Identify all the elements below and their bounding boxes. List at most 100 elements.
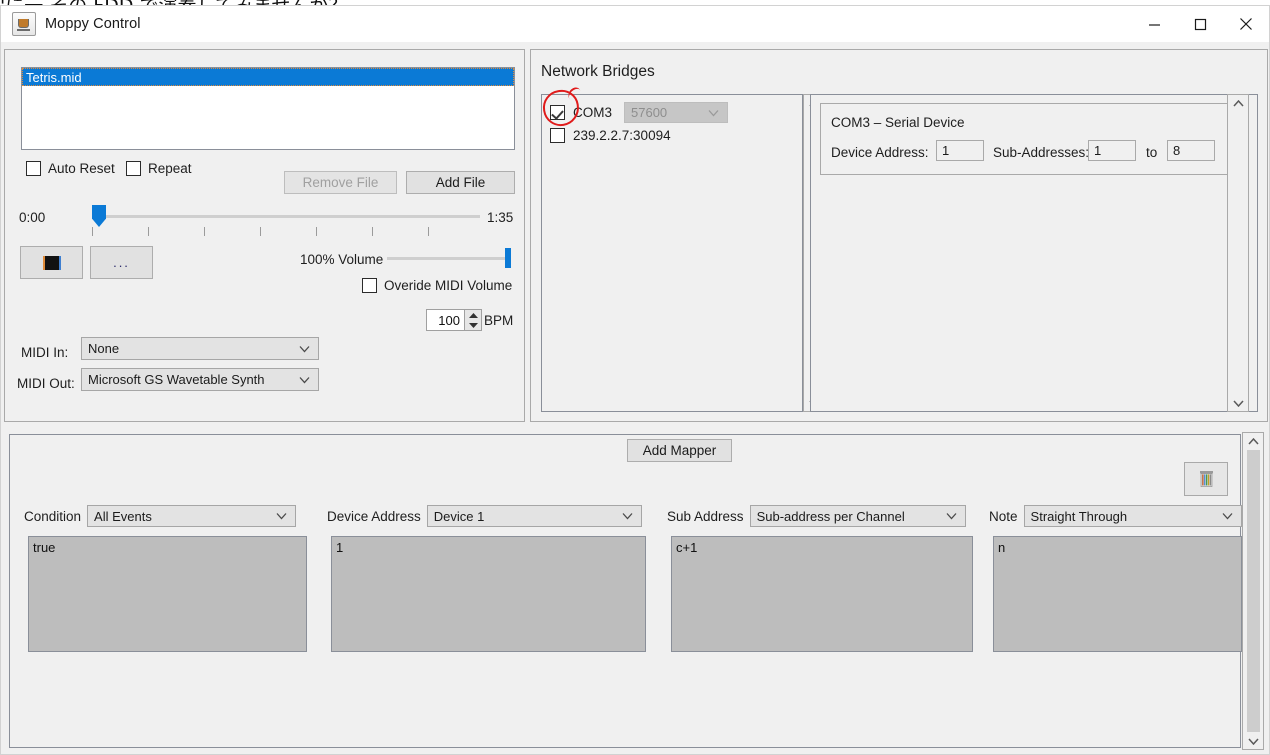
midi-out-label: MIDI Out: xyxy=(17,376,75,391)
auto-reset-checkbox[interactable]: Auto Reset xyxy=(26,161,115,176)
minimize-icon[interactable] xyxy=(1131,6,1177,42)
position-slider-ticks xyxy=(92,227,482,236)
mapper-panel: Add Mapper Condition All Events true Dev… xyxy=(4,430,1268,752)
mapper-scrollbar[interactable] xyxy=(1242,432,1264,750)
bridge-row-com3[interactable]: COM3 57600 xyxy=(550,102,729,123)
to-label: to xyxy=(1146,145,1158,160)
sub-address-from-field[interactable]: 1 xyxy=(1088,140,1136,161)
screen: 'に一 その FDD で演奏してみませんか？ Moppy Control xyxy=(0,0,1270,755)
device-area-scrollbar[interactable] xyxy=(1227,94,1249,412)
moppy-control-window: Moppy Control Tetris.mid Auto Reset Repe… xyxy=(0,5,1270,755)
bridge-row-multicast[interactable]: 239.2.2.7:30094 xyxy=(550,128,671,143)
stop-button[interactable] xyxy=(20,246,83,279)
override-midi-volume-label: Overide MIDI Volume xyxy=(384,278,513,293)
delete-mapper-button[interactable] xyxy=(1184,462,1228,496)
more-options-button[interactable]: ... xyxy=(90,246,153,279)
volume-slider-track[interactable] xyxy=(387,257,511,260)
device-address-field[interactable]: 1 xyxy=(936,140,984,161)
note-value: Straight Through xyxy=(1030,508,1128,524)
window-title: Moppy Control xyxy=(45,16,141,32)
bridge-multicast-checkbox[interactable] xyxy=(550,128,565,143)
auto-reset-label: Auto Reset xyxy=(48,161,115,176)
sub-address-to-field[interactable]: 8 xyxy=(1167,140,1215,161)
checkbox-box[interactable] xyxy=(362,278,377,293)
window-controls xyxy=(1131,6,1269,42)
trash-icon xyxy=(1199,471,1213,487)
bpm-value[interactable]: 100 xyxy=(426,309,464,331)
time-current-label: 0:00 xyxy=(19,210,46,225)
repeat-checkbox[interactable]: Repeat xyxy=(126,161,192,176)
device-address-select[interactable]: Device 1 xyxy=(426,505,642,527)
scroll-down-icon[interactable] xyxy=(1243,733,1263,749)
bridge-list[interactable]: COM3 57600 239.2.2.7:30094 xyxy=(541,94,803,412)
chevron-down-icon xyxy=(622,513,633,520)
scroll-down-icon[interactable] xyxy=(1228,395,1248,411)
chevron-down-icon xyxy=(276,513,287,520)
bridge-multicast-label: 239.2.2.7:30094 xyxy=(573,128,671,143)
network-bridges-title: Network Bridges xyxy=(541,63,655,80)
chevron-down-icon xyxy=(1222,513,1233,520)
add-mapper-button[interactable]: Add Mapper xyxy=(627,439,732,462)
sub-address-label: Sub Address xyxy=(667,508,744,524)
override-midi-volume-checkbox[interactable]: Overide MIDI Volume xyxy=(362,278,512,293)
player-panel: Tetris.mid Auto Reset Repeat Remove File… xyxy=(4,49,525,422)
add-file-button[interactable]: Add File xyxy=(406,171,515,194)
position-slider-track[interactable] xyxy=(95,215,480,218)
stop-square-icon xyxy=(42,255,61,270)
device-card-com3: COM3 – Serial Device Device Address: 1 S… xyxy=(820,103,1232,175)
chevron-down-icon xyxy=(299,345,310,352)
condition-value: All Events xyxy=(94,508,152,524)
mapper-column-sub-address: Sub Address Sub-address per Channel c+1 xyxy=(667,505,973,652)
checkbox-box[interactable] xyxy=(26,161,41,176)
spinner-down-icon[interactable] xyxy=(465,320,481,330)
spinner-up-icon[interactable] xyxy=(465,310,481,320)
close-icon[interactable] xyxy=(1223,6,1269,42)
chevron-down-icon xyxy=(946,513,957,520)
sub-addresses-label: Sub-Addresses: xyxy=(993,145,1090,160)
volume-label: 100% Volume xyxy=(300,252,384,267)
midi-in-select[interactable]: None xyxy=(81,337,319,360)
note-expression-input[interactable]: n xyxy=(993,536,1242,652)
list-item[interactable]: Tetris.mid xyxy=(22,68,514,86)
mapper-column-condition: Condition All Events true xyxy=(24,505,307,652)
ellipsis-icon: ... xyxy=(113,255,130,270)
scroll-up-icon[interactable] xyxy=(1243,433,1263,449)
sub-address-select[interactable]: Sub-address per Channel xyxy=(749,505,966,527)
checkbox-box[interactable] xyxy=(126,161,141,176)
scroll-up-icon[interactable] xyxy=(1228,95,1248,111)
repeat-label: Repeat xyxy=(148,161,192,176)
bpm-stepper[interactable] xyxy=(464,309,482,331)
mapper-list: Add Mapper Condition All Events true Dev… xyxy=(9,434,1242,748)
midi-in-label: MIDI In: xyxy=(21,345,69,360)
file-name: Tetris.mid xyxy=(26,69,82,85)
time-total-label: 1:35 xyxy=(487,210,514,225)
bridge-com3-baud-select[interactable]: 57600 xyxy=(624,102,729,123)
volume-slider-thumb[interactable] xyxy=(505,248,511,268)
device-address-expression-input[interactable]: 1 xyxy=(331,536,646,652)
device-address-value: Device 1 xyxy=(433,508,485,524)
baud-value: 57600 xyxy=(631,105,668,120)
device-card-title: COM3 – Serial Device xyxy=(831,115,965,130)
condition-expression-input[interactable]: true xyxy=(28,536,307,652)
maximize-icon[interactable] xyxy=(1177,6,1223,42)
position-slider-thumb[interactable] xyxy=(92,205,106,227)
file-list[interactable]: Tetris.mid xyxy=(21,67,515,150)
midi-out-value: Microsoft GS Wavetable Synth xyxy=(88,372,265,387)
midi-in-value: None xyxy=(88,341,120,356)
remove-file-button[interactable]: Remove File xyxy=(284,171,397,194)
network-bridges-panel: Network Bridges COM3 57600 239.2.2.7:300… xyxy=(530,49,1268,422)
bpm-label: BPM xyxy=(484,313,514,328)
sub-address-expression-input[interactable]: c+1 xyxy=(671,536,973,652)
midi-out-select[interactable]: Microsoft GS Wavetable Synth xyxy=(81,368,319,391)
bridge-com3-checkbox[interactable] xyxy=(550,105,565,120)
title-bar: Moppy Control xyxy=(1,6,1269,42)
chevron-down-icon xyxy=(708,109,719,116)
condition-select[interactable]: All Events xyxy=(87,505,297,527)
java-coffee-cup-icon xyxy=(12,12,36,36)
mapper-column-note: Note Straight Through n xyxy=(989,505,1242,652)
scroll-thumb[interactable] xyxy=(1246,450,1260,732)
device-address-label: Device Address: xyxy=(831,145,929,160)
note-select[interactable]: Straight Through xyxy=(1023,505,1242,527)
device-details-area: COM3 – Serial Device Device Address: 1 S… xyxy=(810,94,1258,412)
bpm-spinner[interactable]: 100 xyxy=(426,309,482,331)
